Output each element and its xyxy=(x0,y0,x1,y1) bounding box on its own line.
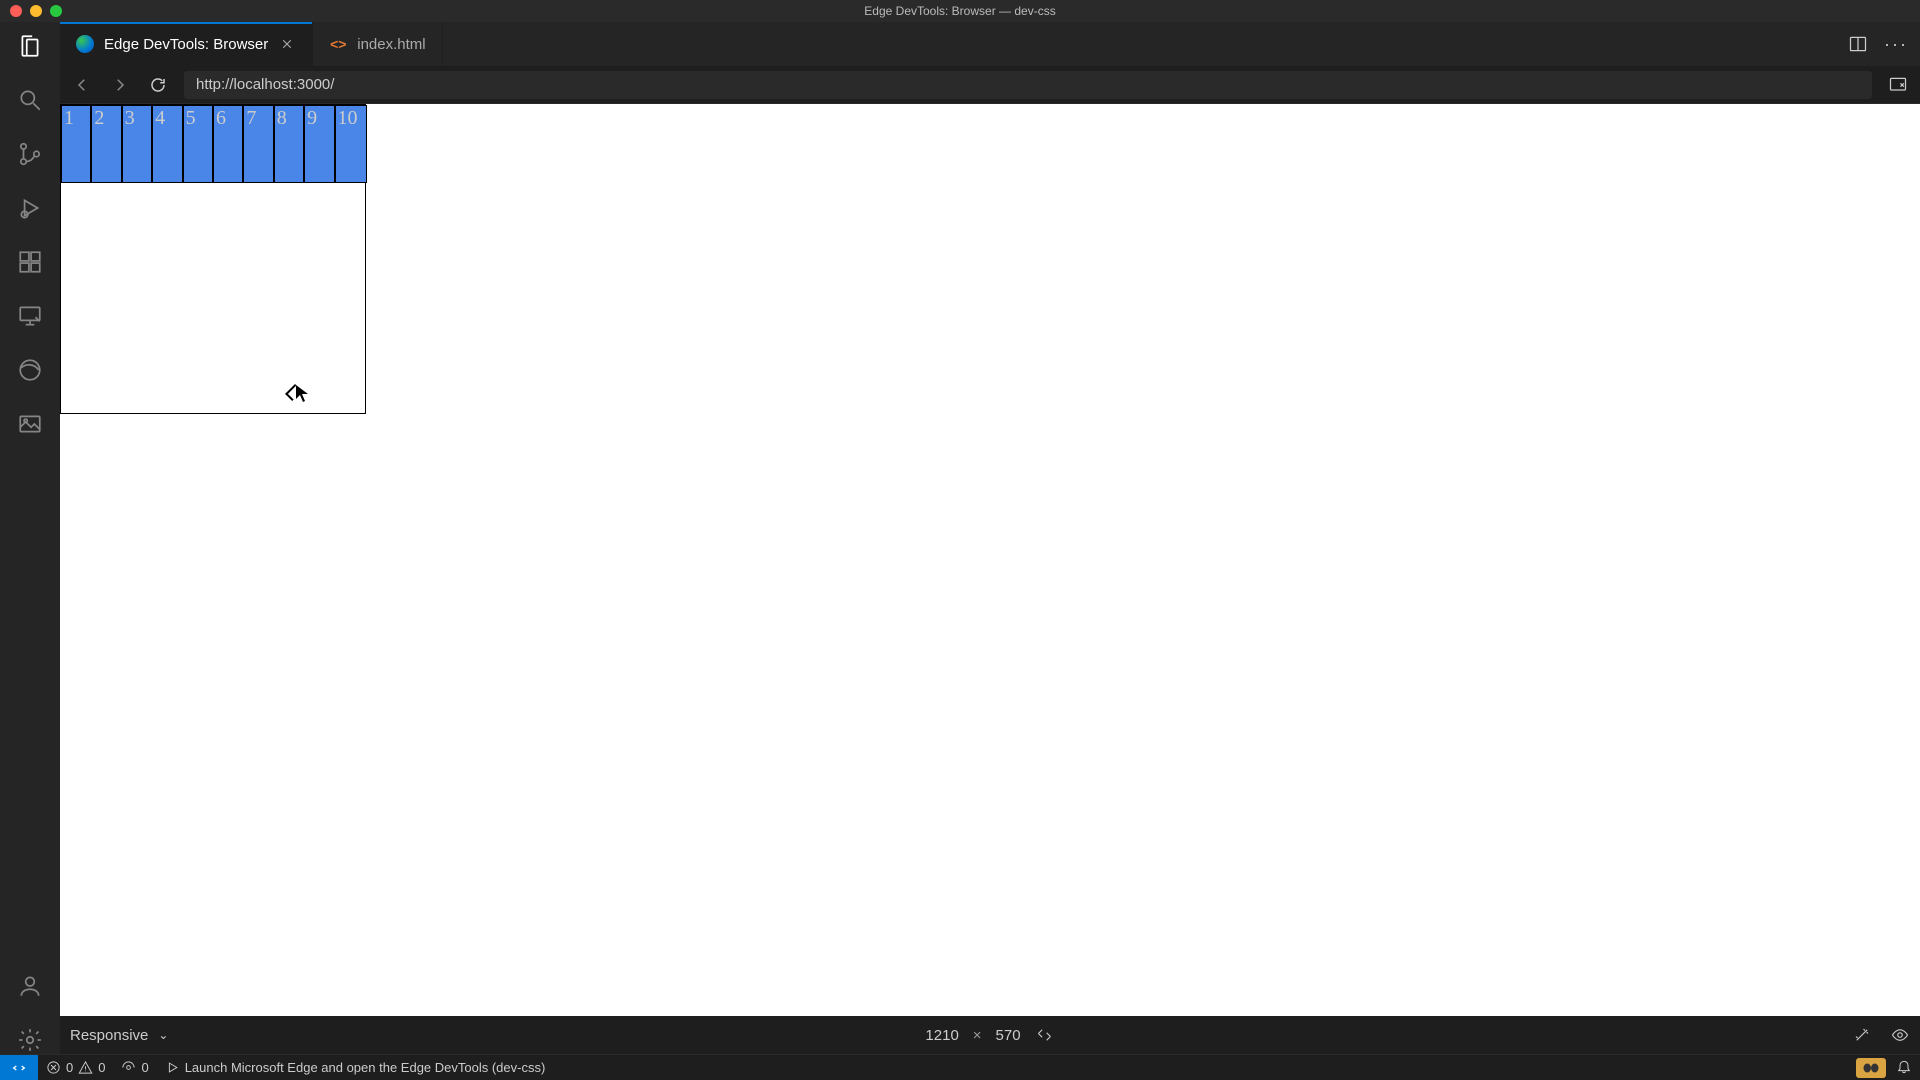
page-container: 1 2 3 4 5 6 7 8 9 10 xyxy=(60,104,366,414)
window-maximize-button[interactable] xyxy=(50,5,62,17)
tab-index-html[interactable]: <> index.html xyxy=(313,22,442,66)
tabs-actions: ··· xyxy=(1848,22,1920,66)
cell: 4 xyxy=(152,105,182,183)
dimensions-separator: × xyxy=(973,1027,982,1044)
copilot-icon[interactable] xyxy=(1856,1058,1886,1078)
toggle-screencast-icon[interactable] xyxy=(1886,73,1910,97)
window-minimize-button[interactable] xyxy=(30,5,42,17)
reload-button[interactable] xyxy=(146,73,170,97)
cell: 7 xyxy=(243,105,273,183)
cell: 5 xyxy=(183,105,213,183)
launch-task[interactable]: Launch Microsoft Edge and open the Edge … xyxy=(157,1055,554,1080)
settings-gear-icon[interactable] xyxy=(16,1026,44,1054)
close-icon[interactable] xyxy=(278,35,296,53)
cell: 6 xyxy=(213,105,243,183)
cell: 3 xyxy=(122,105,152,183)
edge-tools-icon[interactable] xyxy=(16,356,44,384)
chevron-down-icon: ⌄ xyxy=(158,1028,168,1042)
device-mode-dropdown[interactable]: Responsive ⌄ xyxy=(70,1027,168,1044)
status-bar: 0 0 0 Launch Microsoft Edge and open the… xyxy=(0,1054,1920,1080)
editor-area: Edge DevTools: Browser <> index.html ··· xyxy=(60,22,1920,1054)
device-mode-label: Responsive xyxy=(70,1027,148,1044)
viewport-height[interactable]: 570 xyxy=(996,1027,1021,1044)
split-editor-icon[interactable] xyxy=(1848,34,1868,54)
tabs-row: Edge DevTools: Browser <> index.html ··· xyxy=(60,22,1920,66)
forward-button[interactable] xyxy=(108,73,132,97)
url-input[interactable]: http://localhost:3000/ xyxy=(184,71,1872,99)
tab-label: Edge DevTools: Browser xyxy=(104,36,268,53)
activity-bar xyxy=(0,22,60,1054)
window-title: Edge DevTools: Browser — dev-css xyxy=(864,4,1055,18)
url-text: http://localhost:3000/ xyxy=(196,76,334,93)
titlebar: Edge DevTools: Browser — dev-css xyxy=(0,0,1920,22)
cell: 1 xyxy=(61,105,91,183)
tab-label: index.html xyxy=(357,36,425,53)
source-control-icon[interactable] xyxy=(16,140,44,168)
accounts-icon[interactable] xyxy=(16,972,44,1000)
edge-icon xyxy=(76,35,94,53)
cells-row: 1 2 3 4 5 6 7 8 9 10 xyxy=(61,105,365,183)
cell: 2 xyxy=(91,105,121,183)
cell: 9 xyxy=(304,105,334,183)
remote-indicator[interactable] xyxy=(0,1055,38,1080)
ports-indicator[interactable]: 0 xyxy=(113,1055,156,1080)
back-button[interactable] xyxy=(70,73,94,97)
explorer-icon[interactable] xyxy=(16,32,44,60)
browser-nav-bar: http://localhost:3000/ xyxy=(60,66,1920,104)
warning-count: 0 xyxy=(98,1060,105,1075)
search-icon[interactable] xyxy=(16,86,44,114)
run-debug-icon[interactable] xyxy=(16,194,44,222)
traffic-lights xyxy=(0,5,62,17)
cell: 10 xyxy=(335,105,367,183)
image-icon[interactable] xyxy=(16,410,44,438)
browser-viewport[interactable]: 1 2 3 4 5 6 7 8 9 10 xyxy=(60,104,1920,1016)
window-close-button[interactable] xyxy=(10,5,22,17)
error-count: 0 xyxy=(66,1060,73,1075)
extensions-icon[interactable] xyxy=(16,248,44,276)
eye-icon[interactable] xyxy=(1890,1025,1910,1045)
notifications-bell-icon[interactable] xyxy=(1896,1058,1912,1077)
rotate-icon[interactable] xyxy=(1035,1025,1055,1045)
ports-count: 0 xyxy=(141,1060,148,1075)
device-toolbar: Responsive ⌄ 1210 × 570 xyxy=(60,1016,1920,1054)
page-body: 1 2 3 4 5 6 7 8 9 10 xyxy=(60,104,366,414)
html-file-icon: <> xyxy=(329,35,347,53)
remote-explorer-icon[interactable] xyxy=(16,302,44,330)
launch-label: Launch Microsoft Edge and open the Edge … xyxy=(185,1060,546,1075)
magic-wand-icon[interactable] xyxy=(1852,1025,1872,1045)
problems-indicator[interactable]: 0 0 xyxy=(38,1055,113,1080)
empty-area xyxy=(61,183,365,413)
more-actions-icon[interactable]: ··· xyxy=(1886,34,1906,54)
cell: 8 xyxy=(274,105,304,183)
viewport-width[interactable]: 1210 xyxy=(925,1027,958,1044)
tab-edge-devtools-browser[interactable]: Edge DevTools: Browser xyxy=(60,22,313,66)
